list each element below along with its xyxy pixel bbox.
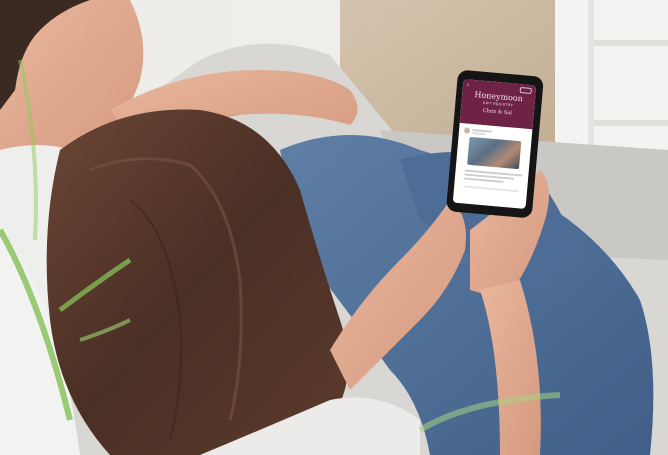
photo-scene: ‹ Honeymoon GIFT REGISTRY Chris & Sal xyxy=(0,0,668,455)
feed-post[interactable] xyxy=(458,127,527,204)
chevron-left-icon[interactable]: ‹ xyxy=(467,82,470,88)
post-meta-line xyxy=(471,131,486,136)
registry-header: ‹ Honeymoon GIFT REGISTRY Chris & Sal xyxy=(459,79,537,130)
post-divider xyxy=(463,185,520,193)
couple-on-sofa-photo xyxy=(0,0,668,455)
phone-screen: ‹ Honeymoon GIFT REGISTRY Chris & Sal xyxy=(452,79,537,209)
pill-button-icon[interactable] xyxy=(519,87,533,95)
couple-photo[interactable] xyxy=(467,136,522,170)
avatar-icon xyxy=(463,127,471,134)
